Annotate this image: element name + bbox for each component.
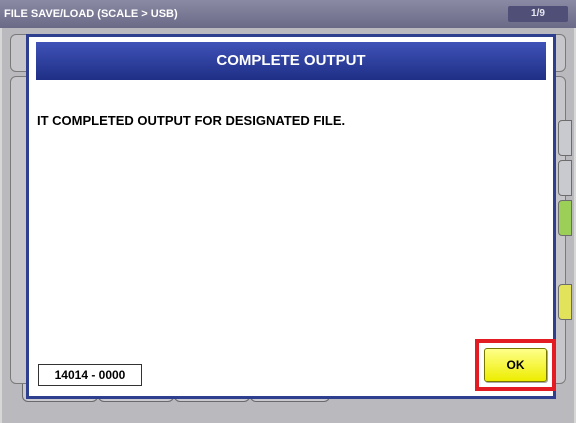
status-code: 14014 - 0000 (38, 364, 142, 386)
window-title: FILE SAVE/LOAD (SCALE > USB) (4, 8, 178, 20)
side-button (558, 120, 572, 156)
dialog-title: COMPLETE OUTPUT (36, 42, 546, 80)
complete-output-dialog: COMPLETE OUTPUT IT COMPLETED OUTPUT FOR … (26, 34, 556, 399)
background-screen: COMPLETE OUTPUT IT COMPLETED OUTPUT FOR … (2, 28, 574, 423)
side-button-green (558, 200, 572, 236)
dialog-message: IT COMPLETED OUTPUT FOR DESIGNATED FILE. (37, 113, 346, 128)
window-title-bar: FILE SAVE/LOAD (SCALE > USB) 1/9 (0, 0, 576, 28)
side-button (558, 160, 572, 196)
ok-button[interactable]: OK (484, 348, 547, 382)
ok-highlight-frame: OK (475, 339, 556, 391)
side-button-yellow (558, 284, 572, 320)
page-indicator: 1/9 (508, 6, 568, 22)
